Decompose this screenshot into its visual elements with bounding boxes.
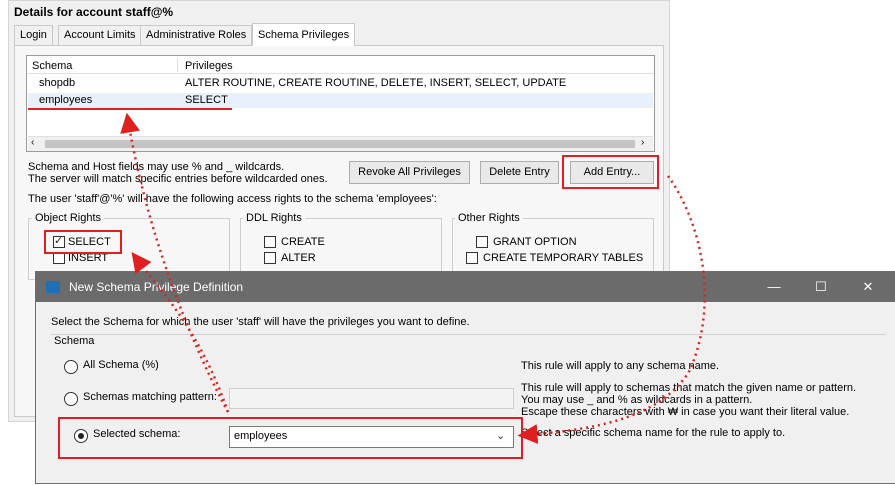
- annotation-arrows: [120, 112, 706, 445]
- arrow-to-select: [131, 252, 230, 413]
- arrow-to-dialog: [517, 175, 706, 445]
- tab-schema-privileges[interactable]: Schema Privileges: [252, 23, 356, 46]
